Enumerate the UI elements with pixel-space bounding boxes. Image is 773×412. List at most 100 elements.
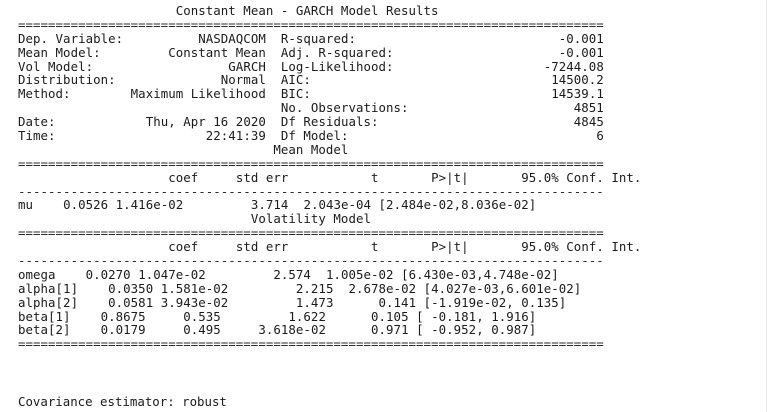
info-value: Maximum Likelihood <box>130 86 266 102</box>
col-t: t <box>371 239 379 255</box>
garch-summary: Constant Mean - GARCH Model Results =====… <box>18 4 641 365</box>
param-name: alpha[2] <box>18 294 79 310</box>
report-title-line: Constant Mean - GARCH Model Results <box>18 4 641 18</box>
covariance-value: robust <box>182 394 227 409</box>
info-value: Constant Mean <box>168 44 266 60</box>
param-ci: [6.430e-03,4.748e-02] <box>401 266 559 282</box>
rule-single: ----------------------------------------… <box>18 183 604 199</box>
stat-label: No. Observations: <box>280 100 409 116</box>
param-ci: [2.484e-02,8.036e-02] <box>378 197 537 213</box>
stat-value: -0.001 <box>558 44 604 60</box>
covariance-note: Covariance estimator: robust <box>18 395 227 409</box>
info-label: Dep. Variable: <box>18 30 124 46</box>
model-info-row: Time: 22:41:39 Df Model: 6 <box>18 129 641 143</box>
param-p: 0.105 <box>371 308 409 324</box>
rule-double: ========================================… <box>18 155 604 171</box>
param-ci: [-1.919e-02, 0.135] <box>423 294 567 310</box>
mean_model-title: Mean Model <box>273 141 349 157</box>
col-ci: 95.0% Conf. Int. <box>521 169 642 185</box>
param-t: 2.574 <box>273 266 311 282</box>
param-std-err: 1.416e-02 <box>115 197 184 213</box>
param-std-err: 0.495 <box>183 322 221 338</box>
param-name: beta[1] <box>18 308 71 324</box>
model-info-row: Distribution: Normal AIC: 14500.2 <box>18 73 641 87</box>
model-info-row: No. Observations: 4851 <box>18 101 641 115</box>
scrollbar-edge <box>766 0 767 412</box>
param-std-err: 1.047e-02 <box>138 266 206 282</box>
info-value: 22:41:39 <box>205 128 266 144</box>
stat-value: 14539.1 <box>551 86 604 102</box>
info-value: GARCH <box>228 58 266 74</box>
volatility_model-title-line: Volatility Model <box>18 212 641 226</box>
col-coef: coef <box>168 169 199 185</box>
param-coef: 0.0526 <box>63 197 109 213</box>
stat-label: Log-Likelihood: <box>280 58 394 74</box>
stat-label: R-squared: <box>280 30 356 46</box>
info-label: Time: <box>18 128 56 144</box>
info-value: Normal <box>220 72 266 88</box>
param-t: 3.714 <box>250 197 289 213</box>
param-coef: 0.0179 <box>100 322 146 338</box>
param-std-err: 3.943e-02 <box>160 294 229 310</box>
stat-value: -7244.08 <box>543 58 604 74</box>
report-title: Constant Mean - GARCH Model Results <box>175 3 439 18</box>
col-t: t <box>371 169 379 185</box>
param-coef: 0.0350 <box>108 280 154 296</box>
stat-label: Adj. R-squared: <box>280 44 394 60</box>
param-p: 2.043e-04 <box>303 197 372 213</box>
param-ci: [4.027e-03,6.601e-02] <box>423 280 582 296</box>
stat-label: Df Residuals: <box>280 114 379 130</box>
param-name: alpha[1] <box>18 280 79 296</box>
column-header-row: coef std err t P>|t| 95.0% Conf. Int. <box>18 169 642 185</box>
mean_model-title-line: Mean Model <box>18 141 641 157</box>
info-value: NASDAQCOM <box>198 30 266 46</box>
param-name: mu <box>18 197 34 213</box>
param-coef: 0.8675 <box>100 308 146 324</box>
info-label: Mean Model: <box>18 44 101 60</box>
column-header-row: coef std err t P>|t| 95.0% Conf. Int. <box>18 240 641 254</box>
param-row: alpha[2] 0.0581 3.943e-02 1.473 0.141 [-… <box>18 294 641 310</box>
col-std-err: std err <box>235 239 289 255</box>
param-row: alpha[1] 0.0350 1.581e-02 2.215 2.678e-0… <box>18 280 641 296</box>
param-t: 1.622 <box>288 308 326 324</box>
param-ci: [ -0.952, 0.987] <box>416 322 537 338</box>
col-ci: 95.0% Conf. Int. <box>521 239 642 255</box>
stat-label: Df Model: <box>280 128 349 144</box>
model-info-row: Vol Model: GARCH Log-Likelihood: -7244.0… <box>18 58 641 74</box>
rule-single: ----------------------------------------… <box>18 253 604 269</box>
rule-double: ========================================… <box>18 336 604 352</box>
stat-value: 4851 <box>573 100 604 116</box>
model-info-row: Mean Model: Constant Mean Adj. R-squared… <box>18 44 641 60</box>
col-std-err: std err <box>235 169 289 185</box>
rule-double: ========================================… <box>18 225 604 241</box>
stat-value: 6 <box>596 128 604 144</box>
covariance-label: Covariance estimator: <box>18 394 175 409</box>
col-coef: coef <box>168 239 199 255</box>
output-pane: Constant Mean - GARCH Model Results =====… <box>0 0 766 412</box>
param-t: 2.215 <box>295 280 334 296</box>
stat-label: AIC: <box>280 72 311 88</box>
param-row: mu 0.0526 1.416e-02 3.714 2.043e-04 [2.4… <box>18 198 641 212</box>
col-p: P>|t| <box>431 169 469 185</box>
param-row: beta[1] 0.8675 0.535 1.622 0.105 [ -0.18… <box>18 308 641 324</box>
stat-label: BIC: <box>280 86 311 102</box>
rule-double: ========================================… <box>18 16 604 32</box>
param-ci: [ -0.181, 1.916] <box>416 308 537 324</box>
param-p: 2.678e-02 <box>348 280 417 296</box>
col-p: P>|t| <box>431 239 469 255</box>
info-label: Method: <box>18 86 71 102</box>
stat-value: 14500.2 <box>551 72 604 88</box>
param-std-err: 1.581e-02 <box>160 280 229 296</box>
info-label: Distribution: <box>18 72 116 88</box>
param-p: 1.005e-02 <box>325 266 394 282</box>
model-info-row: Dep. Variable: NASDAQCOM R-squared: -0.0… <box>18 30 641 46</box>
model-info-row: Method: Maximum Likelihood BIC: 14539.1 <box>18 87 641 101</box>
info-label: Vol Model: <box>18 58 94 74</box>
param-t: 1.473 <box>295 294 334 310</box>
volatility_model-title: Volatility Model <box>250 211 371 227</box>
param-coef: 0.0270 <box>85 266 131 282</box>
param-row: beta[2] 0.0179 0.495 3.618e-02 0.971 [ -… <box>18 323 641 337</box>
stat-value: 4845 <box>573 114 604 130</box>
param-p: 0.141 <box>378 294 417 310</box>
